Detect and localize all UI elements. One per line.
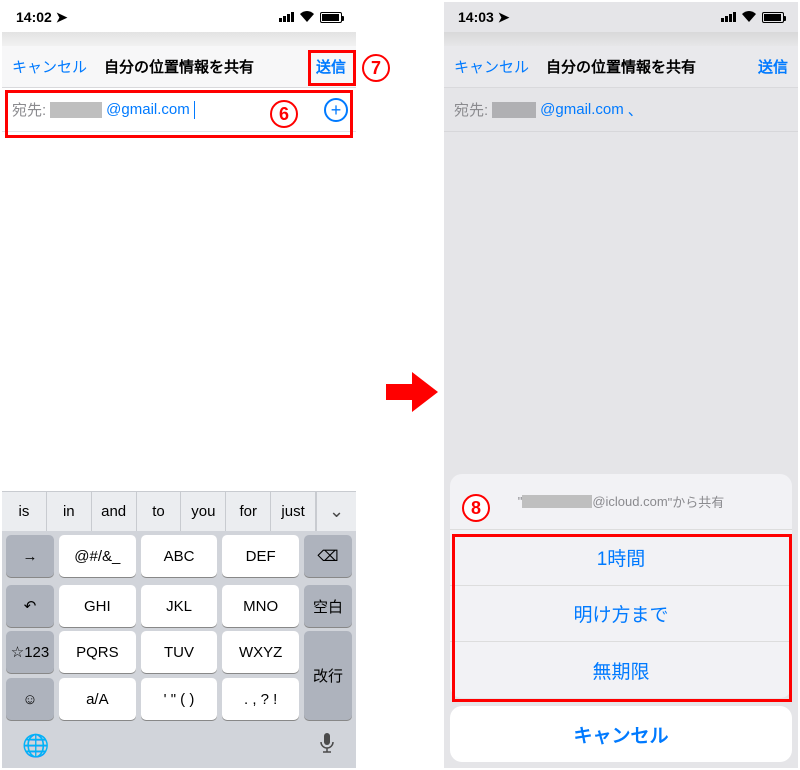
share-option-1hour[interactable]: 1時間 (450, 530, 792, 586)
key[interactable]: PQRS (59, 631, 136, 673)
status-bar: 14:02 ➤ (2, 2, 356, 32)
modal-sliver (2, 32, 356, 46)
key-backspace[interactable]: ⌫ (304, 535, 352, 577)
key[interactable]: JKL (141, 585, 218, 627)
key-row: → @#/&_ ABC DEF ⌫ (2, 531, 356, 581)
cancel-button[interactable]: キャンセル (454, 56, 534, 77)
recipient-label: 宛先: (454, 99, 488, 120)
key-row: ☺ a/A ' " ( ) . , ? ! (6, 678, 299, 720)
signal-icon (279, 12, 294, 22)
wifi-icon (741, 9, 757, 25)
annotation-circle-8: 8 (462, 494, 490, 522)
suggestion[interactable]: to (137, 492, 182, 531)
wifi-icon (299, 9, 315, 25)
key-arrow[interactable]: → (6, 535, 54, 577)
page-title: 自分の位置情報を共有 (92, 56, 266, 77)
keyboard-bottom-bar: 🌐 (2, 724, 356, 768)
redaction-box (492, 102, 536, 118)
status-time: 14:02 (16, 9, 52, 25)
action-sheet-title: " @icloud.com "から共有 (450, 474, 792, 530)
recipient-row[interactable]: 宛先: @gmail.com + (2, 88, 356, 132)
navbar: キャンセル 自分の位置情報を共有 送信 (444, 46, 798, 88)
location-arrow-icon: ➤ (498, 9, 510, 26)
action-sheet-options: " @icloud.com "から共有 1時間 明け方まで 無期限 (450, 474, 792, 698)
status-right-icons (279, 9, 342, 25)
cancel-button[interactable]: キャンセル (12, 56, 92, 77)
plus-icon: + (331, 101, 342, 119)
recipient-row[interactable]: 宛先: @gmail.com 、 (444, 88, 798, 132)
navbar: キャンセル 自分の位置情報を共有 送信 (2, 46, 356, 88)
key-row: ☆123 PQRS TUV WXYZ (6, 631, 299, 673)
phone-right: 14:03 ➤ キャンセル 自分の位置情報を共有 送信 宛先: @gmail.c… (444, 2, 798, 768)
key-mode[interactable]: ☆123 (6, 631, 54, 673)
suggestion[interactable]: and (92, 492, 137, 531)
annotation-number: 8 (471, 498, 481, 519)
title-visible: @icloud.com (592, 494, 667, 509)
key-return[interactable]: 改行 (304, 631, 352, 720)
suggestion[interactable]: is (2, 492, 47, 531)
page-title: 自分の位置情報を共有 (534, 56, 708, 77)
key[interactable]: TUV (141, 631, 218, 673)
status-bar: 14:03 ➤ (444, 2, 798, 32)
key[interactable]: . , ? ! (222, 678, 299, 720)
key-undo[interactable]: ↶ (6, 585, 54, 627)
key[interactable]: MNO (222, 585, 299, 627)
suggestion-expand[interactable]: ⌄ (316, 492, 356, 531)
send-button[interactable]: 送信 (708, 56, 788, 77)
mic-icon[interactable] (318, 732, 336, 760)
key[interactable]: a/A (59, 678, 136, 720)
recipient-address: @gmail.com (106, 101, 190, 118)
suggestion[interactable]: just (271, 492, 316, 531)
status-right-icons (721, 9, 784, 25)
key[interactable]: @#/&_ (59, 535, 136, 577)
key-emoji[interactable]: ☺ (6, 678, 54, 720)
key[interactable]: WXYZ (222, 631, 299, 673)
share-option-until-dawn[interactable]: 明け方まで (450, 586, 792, 642)
modal-sliver (444, 32, 798, 46)
redaction-box (522, 495, 592, 508)
add-recipient-button[interactable]: + (324, 98, 348, 122)
key[interactable]: GHI (59, 585, 136, 627)
key-row: ↶ GHI JKL MNO 空白 (2, 581, 356, 631)
keyboard: is in and to you for just ⌄ → @#/&_ ABC … (2, 491, 356, 768)
globe-icon[interactable]: 🌐 (22, 733, 49, 759)
battery-icon (320, 12, 342, 23)
recipient-trailing: 、 (628, 99, 643, 120)
send-button[interactable]: 送信 (266, 56, 346, 77)
status-time-group: 14:03 ➤ (458, 9, 509, 26)
recipient-address: @gmail.com (540, 101, 624, 118)
chevron-down-icon: ⌄ (329, 501, 344, 522)
red-arrow-icon (386, 370, 438, 419)
status-time: 14:03 (458, 9, 494, 25)
annotation-circle-6: 6 (270, 100, 298, 128)
action-sheet: " @icloud.com "から共有 1時間 明け方まで 無期限 キャンセル (450, 474, 792, 762)
key[interactable]: ' " ( ) (141, 678, 218, 720)
recipient-label: 宛先: (12, 99, 46, 120)
location-arrow-icon: ➤ (56, 9, 68, 26)
share-option-indefinite[interactable]: 無期限 (450, 642, 792, 698)
annotation-circle-7: 7 (362, 54, 390, 82)
redaction-box (50, 102, 102, 118)
suggestion[interactable]: in (47, 492, 92, 531)
action-sheet-cancel[interactable]: キャンセル (450, 706, 792, 762)
annotation-number: 7 (371, 58, 381, 79)
signal-icon (721, 12, 736, 22)
text-cursor (194, 101, 196, 119)
prediction-bar: is in and to you for just ⌄ (2, 491, 356, 531)
status-time-group: 14:02 ➤ (16, 9, 67, 26)
battery-icon (762, 12, 784, 23)
key-space[interactable]: 空白 (304, 585, 352, 627)
suggestion[interactable]: for (226, 492, 271, 531)
suggestion[interactable]: you (181, 492, 226, 531)
title-suffix: "から共有 (668, 492, 725, 511)
key[interactable]: ABC (141, 535, 218, 577)
key[interactable]: DEF (222, 535, 299, 577)
annotation-number: 6 (279, 104, 289, 125)
phone-left: 14:02 ➤ キャンセル 自分の位置情報を共有 送信 宛先: @gmail.c… (2, 2, 356, 768)
